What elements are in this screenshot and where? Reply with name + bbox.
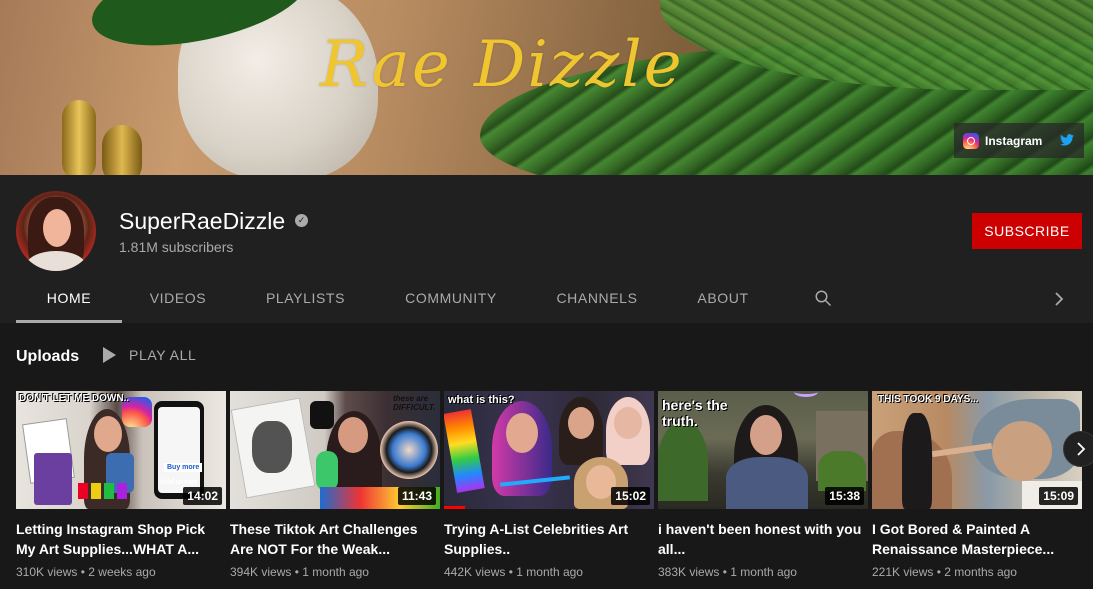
play-icon	[103, 347, 116, 363]
video-views: 221K views	[872, 565, 934, 579]
thumbnail-text: Add to cart	[160, 479, 197, 486]
video-views: 310K views	[16, 565, 78, 579]
meta-separator: •	[936, 565, 941, 579]
channel-banner: Rae Dizzle Instagram	[0, 0, 1093, 175]
video-card[interactable]: DON'T LET ME DOWN.. Buy more Add to cart…	[16, 391, 226, 579]
meta-separator: •	[80, 565, 85, 579]
video-views: 442K views	[444, 565, 506, 579]
verified-badge-icon: ✓	[295, 214, 308, 227]
video-meta: 442K views • 1 month ago	[444, 565, 654, 579]
tab-community[interactable]: COMMUNITY	[386, 275, 516, 323]
section-title-uploads[interactable]: Uploads	[16, 348, 79, 366]
chevron-right-icon	[1077, 442, 1086, 456]
video-age: 1 month ago	[730, 565, 797, 579]
video-age: 2 weeks ago	[88, 565, 156, 579]
video-card[interactable]: what is this? 15:02 Trying A-List Celebr…	[444, 391, 654, 579]
subscriber-count: 1.81M subscribers	[119, 239, 234, 255]
subscribe-button[interactable]: SUBSCRIBE	[972, 213, 1082, 249]
video-thumbnail[interactable]: here's the truth. 15:38	[658, 391, 868, 509]
video-duration: 14:02	[183, 487, 222, 505]
thumbnail-text: here's the truth.	[662, 397, 728, 429]
video-title[interactable]: I Got Bored & Painted A Renaissance Mast…	[872, 519, 1082, 559]
video-title[interactable]: i haven't been honest with you all...	[658, 519, 868, 559]
channel-tabs: HOME VIDEOS PLAYLISTS COMMUNITY CHANNELS…	[16, 275, 1086, 323]
video-thumbnail[interactable]: THIS TOOK 9 DAYS... 15:09	[872, 391, 1082, 509]
banner-gold-object	[62, 100, 96, 175]
thumbnail-text: THIS TOOK 9 DAYS...	[878, 394, 979, 405]
tab-playlists[interactable]: PLAYLISTS	[243, 275, 368, 323]
chevron-right-icon[interactable]	[1052, 291, 1066, 307]
tab-channels[interactable]: CHANNELS	[546, 275, 648, 323]
instagram-link[interactable]: Instagram	[985, 134, 1042, 148]
tab-videos[interactable]: VIDEOS	[122, 275, 234, 323]
video-thumbnail[interactable]: what is this? 15:02	[444, 391, 654, 509]
video-duration: 15:02	[611, 487, 650, 505]
video-age: 1 month ago	[516, 565, 583, 579]
video-age: 1 month ago	[302, 565, 369, 579]
meta-separator: •	[294, 565, 299, 579]
shelf-next-button[interactable]	[1063, 431, 1093, 467]
video-views: 394K views	[230, 565, 292, 579]
banner-social-links[interactable]: Instagram	[954, 123, 1084, 158]
video-card[interactable]: here's the truth. 15:38 i haven't been h…	[658, 391, 868, 579]
video-meta: 383K views • 1 month ago	[658, 565, 868, 579]
channel-header: SuperRaeDizzle ✓ 1.81M subscribers SUBSC…	[0, 175, 1093, 323]
video-card[interactable]: THIS TOOK 9 DAYS... 15:09 I Got Bored & …	[872, 391, 1082, 579]
tab-about[interactable]: ABOUT	[663, 275, 783, 323]
instagram-icon[interactable]	[963, 132, 979, 149]
thumbnail-text: DON'T LET ME DOWN..	[19, 393, 130, 404]
watch-progress-bar	[444, 506, 465, 509]
play-all-button[interactable]: PLAY ALL	[103, 347, 196, 363]
video-meta: 310K views • 2 weeks ago	[16, 565, 226, 579]
thumbnail-text: what is this?	[448, 394, 515, 406]
channel-home-content: Uploads PLAY ALL DON'T LET ME DOWN.. Buy…	[0, 323, 1093, 589]
thumbnail-text: Buy more	[164, 463, 203, 472]
twitter-icon[interactable]	[1060, 133, 1074, 149]
banner-gold-object	[102, 125, 142, 175]
video-duration: 15:38	[825, 487, 864, 505]
video-thumbnail[interactable]: these are DIFFICULT. 11:43	[230, 391, 440, 509]
video-views: 383K views	[658, 565, 720, 579]
banner-title: Rae Dizzle	[320, 28, 684, 102]
channel-name: SuperRaeDizzle	[119, 208, 286, 234]
video-age: 2 months ago	[944, 565, 1017, 579]
video-duration: 11:43	[397, 487, 436, 505]
meta-separator: •	[508, 565, 513, 579]
video-card[interactable]: these are DIFFICULT. 11:43 These Tiktok …	[230, 391, 440, 579]
video-title[interactable]: Letting Instagram Shop Pick My Art Suppl…	[16, 519, 226, 559]
meta-separator: •	[722, 565, 727, 579]
tab-home[interactable]: HOME	[16, 275, 122, 323]
video-duration: 15:09	[1039, 487, 1078, 505]
video-title[interactable]: Trying A-List Celebrities Art Supplies..	[444, 519, 654, 559]
thumbnail-text: these are DIFFICULT.	[393, 394, 436, 412]
video-title[interactable]: These Tiktok Art Challenges Are NOT For …	[230, 519, 440, 559]
channel-avatar[interactable]	[16, 191, 96, 271]
search-icon[interactable]	[814, 289, 832, 307]
video-meta: 221K views • 2 months ago	[872, 565, 1082, 579]
video-thumbnail[interactable]: DON'T LET ME DOWN.. Buy more Add to cart…	[16, 391, 226, 509]
play-all-label: PLAY ALL	[129, 347, 197, 363]
video-meta: 394K views • 1 month ago	[230, 565, 440, 579]
